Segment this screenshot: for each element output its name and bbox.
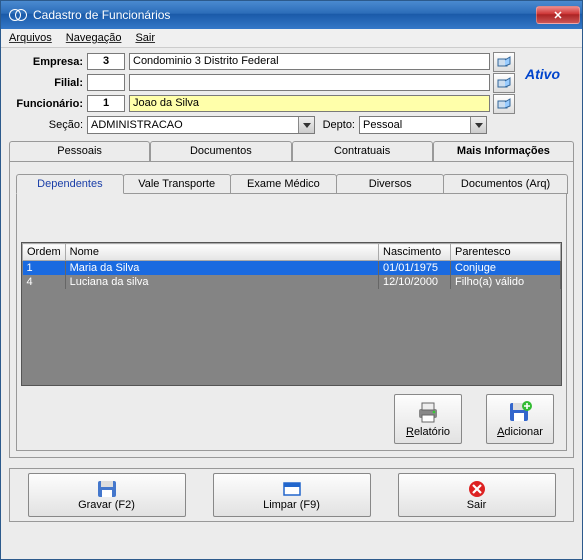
empresa-name[interactable]: Condominio 3 Distrito Federal: [129, 53, 490, 70]
depto-select[interactable]: Pessoal: [359, 116, 487, 134]
clear-icon: [281, 479, 303, 499]
filial-number[interactable]: [87, 74, 125, 91]
depto-label: Depto:: [315, 119, 359, 131]
app-window: Cadastro de Funcionários ✕ Arquivos Nave…: [0, 0, 583, 560]
limpar-label: Limpar (F9): [263, 499, 320, 511]
chevron-down-icon: [470, 117, 486, 133]
empresa-number[interactable]: 3: [87, 53, 125, 70]
funcionario-lookup-button[interactable]: [493, 94, 515, 114]
adicionar-button[interactable]: Adicionar: [486, 394, 554, 444]
depto-value: Pessoal: [363, 119, 402, 131]
inner-tab-strip: Dependentes Vale Transporte Exame Médico…: [16, 174, 567, 194]
menu-arquivos[interactable]: Arquivos: [9, 32, 52, 44]
cell-nome: Maria da Silva: [65, 261, 378, 276]
col-header-nascimento[interactable]: Nascimento: [379, 244, 451, 261]
cell-nascimento: 01/01/1975: [379, 261, 451, 276]
tab-vale-transporte[interactable]: Vale Transporte: [123, 174, 231, 194]
limpar-button[interactable]: Limpar (F9): [213, 473, 371, 517]
window-title: Cadastro de Funcionários: [33, 8, 536, 22]
gravar-button[interactable]: Gravar (F2): [28, 473, 186, 517]
save-add-icon: [507, 400, 533, 424]
tab-documentos-arq[interactable]: Documentos (Arq): [443, 174, 568, 194]
col-header-ordem[interactable]: Ordem: [23, 244, 66, 261]
tab-dependentes[interactable]: Dependentes: [16, 174, 124, 194]
empresa-label: Empresa:: [9, 56, 87, 68]
exit-icon: [466, 479, 488, 499]
secao-select[interactable]: ADMINISTRACAO: [87, 116, 315, 134]
status-label: Ativo: [515, 52, 574, 82]
relatorio-label: Relatório: [406, 426, 450, 438]
app-icon: [9, 6, 27, 24]
sair-label: Sair: [467, 499, 487, 511]
col-header-nome[interactable]: Nome: [65, 244, 378, 261]
table-row[interactable]: 4 Luciana da silva 12/10/2000 Filho(a) v…: [23, 275, 561, 289]
titlebar[interactable]: Cadastro de Funcionários ✕: [1, 1, 582, 29]
cell-ordem: 4: [23, 275, 66, 289]
lookup-icon: [497, 77, 511, 89]
col-header-parentesco[interactable]: Parentesco: [451, 244, 561, 261]
tab-mais-informacoes[interactable]: Mais Informações: [433, 141, 574, 161]
menu-navegacao[interactable]: Navegação: [66, 32, 122, 44]
funcionario-label: Funcionário:: [9, 98, 87, 110]
save-icon: [96, 479, 118, 499]
adicionar-label: Adicionar: [497, 426, 543, 438]
filial-lookup-button[interactable]: [493, 73, 515, 93]
close-button[interactable]: ✕: [536, 6, 580, 24]
empresa-lookup-button[interactable]: [493, 52, 515, 72]
filial-name[interactable]: [129, 74, 490, 91]
table-row[interactable]: 1 Maria da Silva 01/01/1975 Conjuge: [23, 261, 561, 276]
cell-nome: Luciana da silva: [65, 275, 378, 289]
relatorio-button[interactable]: Relatório: [394, 394, 462, 444]
tab-diversos[interactable]: Diversos: [336, 174, 444, 194]
chevron-down-icon: [298, 117, 314, 133]
secao-value: ADMINISTRACAO: [91, 119, 183, 131]
sair-button[interactable]: Sair: [398, 473, 556, 517]
cell-ordem: 1: [23, 261, 66, 276]
filial-label: Filial:: [9, 77, 87, 89]
header-form: Empresa: 3 Condominio 3 Distrito Federal…: [1, 48, 582, 137]
secao-label: Seção:: [9, 119, 87, 131]
dependentes-panel: Ordem Nome Nascimento Parentesco 1 Maria…: [16, 193, 567, 451]
bottom-bar: Gravar (F2) Limpar (F9) Sair: [9, 468, 574, 522]
menu-sair[interactable]: Sair: [135, 32, 155, 44]
cell-parentesco: Filho(a) válido: [451, 275, 561, 289]
cell-parentesco: Conjuge: [451, 261, 561, 276]
tab-contratuais[interactable]: Contratuais: [292, 141, 433, 161]
tab-documentos[interactable]: Documentos: [150, 141, 291, 161]
gravar-label: Gravar (F2): [78, 499, 135, 511]
outer-tab-panel: Dependentes Vale Transporte Exame Médico…: [9, 161, 574, 458]
tab-pessoais[interactable]: Pessoais: [9, 141, 150, 161]
lookup-icon: [497, 56, 511, 68]
funcionario-name[interactable]: Joao da Silva: [129, 95, 490, 112]
printer-icon: [415, 400, 441, 424]
lookup-icon: [497, 98, 511, 110]
funcionario-number[interactable]: 1: [87, 95, 125, 112]
menubar: Arquivos Navegação Sair: [1, 29, 582, 48]
tab-exame-medico[interactable]: Exame Médico: [230, 174, 338, 194]
dependentes-grid[interactable]: Ordem Nome Nascimento Parentesco 1 Maria…: [21, 242, 562, 386]
cell-nascimento: 12/10/2000: [379, 275, 451, 289]
outer-tab-strip: Pessoais Documentos Contratuais Mais Inf…: [9, 141, 574, 161]
